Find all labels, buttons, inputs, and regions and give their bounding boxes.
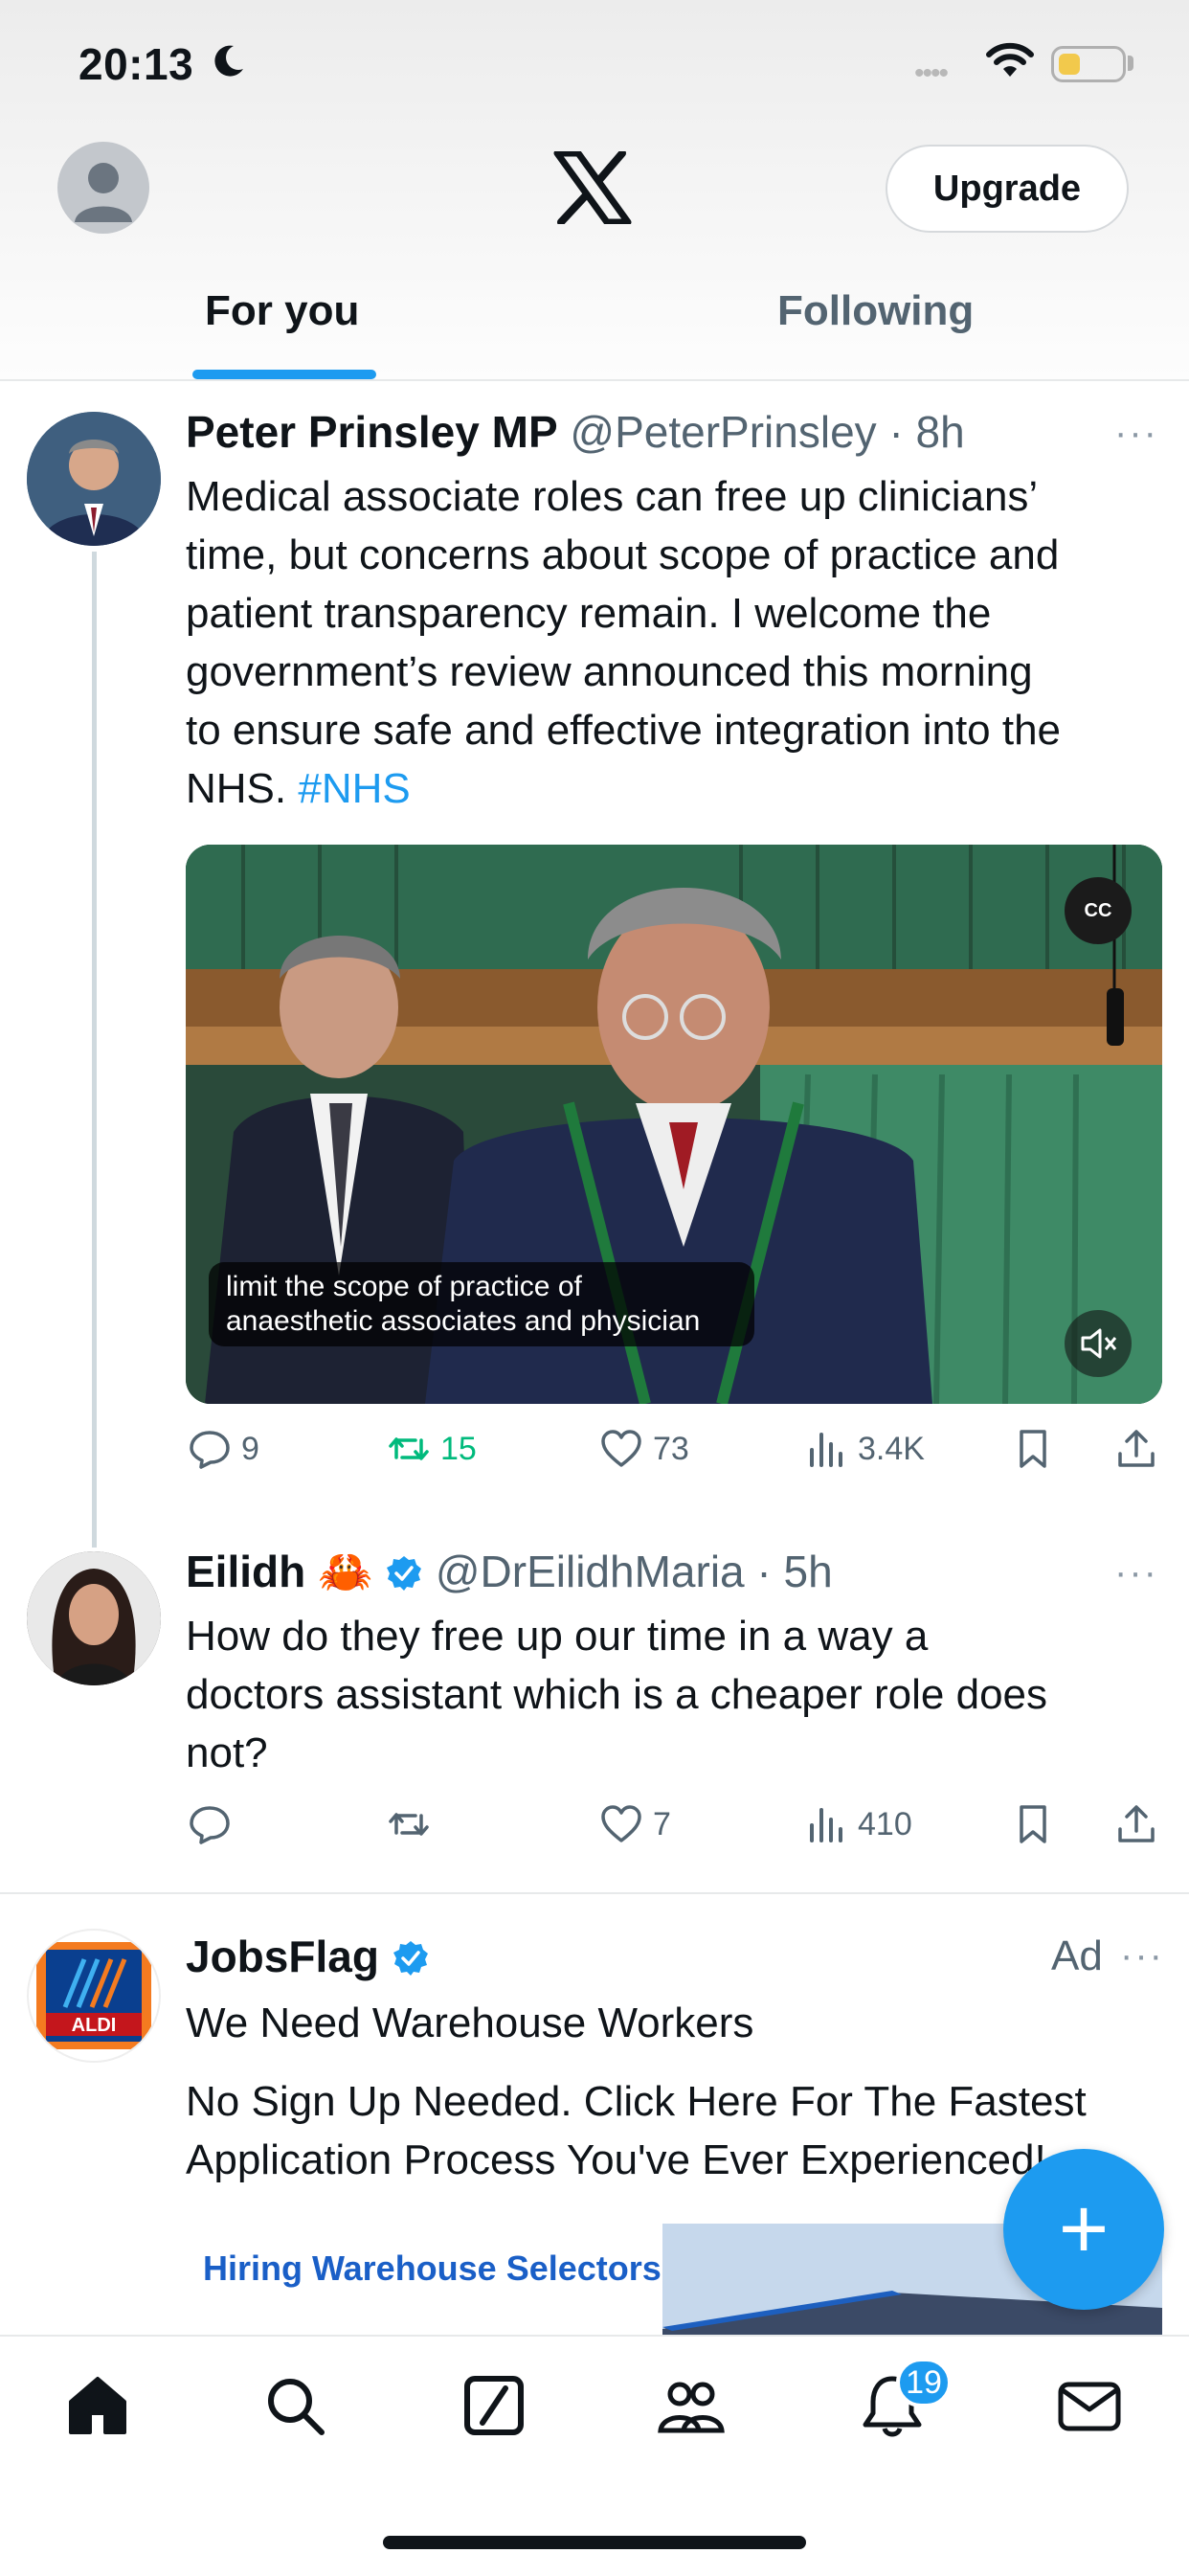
tweet-text-line: not? <box>186 1729 268 1776</box>
analytics-icon <box>810 1433 842 1467</box>
author-name[interactable]: Eilidh <box>186 1547 305 1596</box>
ad-headline: We Need Warehouse Workers <box>186 2000 754 2046</box>
more-options-button[interactable]: ··· <box>1120 1934 1164 1977</box>
tweet-time: · 8h <box>888 407 965 457</box>
aldi-logo: ALDI <box>36 1942 151 2049</box>
tweet-text-line: NHS. #NHS <box>186 765 411 812</box>
messages-icon[interactable] <box>1055 2371 1124 2440</box>
repost-icon <box>389 1813 429 1836</box>
logo-text: ALDI <box>72 2015 117 2036</box>
share-button[interactable] <box>1114 1802 1158 1846</box>
like-button[interactable]: 73 <box>599 1427 689 1471</box>
views-button[interactable]: 3.4K <box>804 1427 925 1471</box>
crab-emoji: 🦀 <box>318 1547 373 1596</box>
analytics-icon <box>810 1808 842 1842</box>
tab-for-you[interactable]: For you <box>205 287 359 335</box>
heart-icon <box>601 1430 641 1467</box>
reply-icon <box>190 1806 230 1844</box>
verified-badge-icon <box>387 1556 422 1591</box>
share-button[interactable] <box>1114 1427 1158 1471</box>
view-count: 410 <box>858 1805 912 1842</box>
repost-icon <box>389 1437 429 1460</box>
compose-button[interactable]: + <box>1003 2149 1164 2310</box>
avatar[interactable] <box>27 1551 161 1685</box>
profile-avatar[interactable] <box>57 142 149 234</box>
verified-badge-icon <box>393 1941 428 1976</box>
ad-header: JobsFlag <box>186 1931 430 1982</box>
like-count: 7 <box>653 1805 671 1842</box>
speaker-muted-icon <box>1081 1328 1117 1359</box>
tweet-text-line: to ensure safe and effective integration… <box>186 707 1062 754</box>
grok-icon[interactable] <box>460 2371 528 2440</box>
bookmark-button[interactable] <box>1011 1427 1055 1471</box>
tweet-text: How do they free up our time in a way a … <box>186 1607 1172 1782</box>
tab-following[interactable]: Following <box>777 287 974 335</box>
avatar-photo <box>27 1551 161 1685</box>
cellular-signal-icon: •••• <box>914 57 949 89</box>
x-logo-icon <box>553 151 632 224</box>
upgrade-button[interactable]: Upgrade <box>886 145 1129 233</box>
repost-count: 15 <box>440 1430 477 1467</box>
tweet-divider <box>0 1892 1189 1894</box>
views-button[interactable]: 410 <box>804 1802 912 1846</box>
wifi-icon <box>986 42 1034 77</box>
battery-nub <box>1128 56 1133 71</box>
thread-connector <box>92 552 97 1548</box>
communities-icon[interactable] <box>657 2371 726 2440</box>
tweet-header: Peter Prinsley MP @PeterPrinsley · 8h <box>186 406 965 458</box>
ad-label: Ad <box>1051 1932 1103 1979</box>
tweet-text-line: government’s review announced this morni… <box>186 648 1033 695</box>
closed-captions-button[interactable]: CC <box>1065 877 1132 944</box>
active-tab-indicator <box>192 370 376 379</box>
tweet-text-line: patient transparency remain. I welcome t… <box>186 590 992 637</box>
tweet-text-line: time, but concerns about scope of practi… <box>186 531 1060 578</box>
tweet-text-line: doctors assistant which is a cheaper rol… <box>186 1671 1048 1718</box>
advertiser-avatar[interactable]: ALDI <box>27 1929 161 2063</box>
repost-button[interactable]: 15 <box>387 1427 477 1471</box>
view-count: 3.4K <box>858 1430 925 1467</box>
share-icon <box>1118 1805 1155 1842</box>
ad-description: No Sign Up Needed. Click Here For The Fa… <box>186 2072 1172 2189</box>
bookmark-icon <box>1020 1430 1046 1468</box>
advertiser-name[interactable]: JobsFlag <box>186 1932 379 1981</box>
status-time: 20:13 <box>79 39 194 89</box>
bookmark-button[interactable] <box>1011 1802 1055 1846</box>
tweet-text-line: How do they free up our time in a way a <box>186 1613 929 1660</box>
notifications-badge: 19 <box>896 2358 952 2407</box>
hashtag-link[interactable]: #NHS <box>298 765 410 812</box>
reply-button[interactable] <box>188 1802 241 1846</box>
reply-button[interactable]: 9 <box>188 1427 259 1471</box>
ad-text-line: No Sign Up Needed. Click Here For The Fa… <box>186 2078 1087 2125</box>
repost-button[interactable] <box>387 1802 440 1846</box>
moon-icon <box>214 45 243 77</box>
reply-icon <box>190 1431 230 1469</box>
avatar[interactable] <box>27 412 161 546</box>
bookmark-icon <box>1020 1805 1046 1843</box>
more-options-button[interactable]: ··· <box>1114 412 1158 455</box>
mute-button[interactable] <box>1065 1310 1132 1377</box>
author-handle[interactable]: @PeterPrinsley <box>570 407 876 457</box>
user-silhouette-icon <box>75 163 132 222</box>
tweet-header: Eilidh 🦀 @DrEilidhMaria · 5h <box>186 1546 833 1598</box>
home-indicator <box>383 2536 806 2549</box>
tweet-text: Medical associate roles can free up clin… <box>186 467 1172 818</box>
search-icon[interactable] <box>260 2371 329 2440</box>
heart-icon <box>601 1805 641 1842</box>
header-divider <box>0 379 1189 381</box>
avatar-photo <box>27 412 161 546</box>
reply-count: 9 <box>241 1430 259 1467</box>
like-button[interactable]: 7 <box>599 1802 671 1846</box>
like-count: 73 <box>653 1430 689 1467</box>
more-options-button[interactable]: ··· <box>1114 1551 1158 1594</box>
tweet-time: · 5h <box>756 1547 833 1596</box>
share-icon <box>1118 1430 1155 1467</box>
tweet-text-line: Medical associate roles can free up clin… <box>186 473 1039 520</box>
video-caption: limit the scope of practice of anaesthet… <box>209 1262 754 1346</box>
ad-card-title[interactable]: Hiring Warehouse Selectors <box>203 2248 662 2289</box>
author-name[interactable]: Peter Prinsley MP <box>186 407 558 457</box>
home-icon[interactable] <box>63 2371 132 2440</box>
author-handle[interactable]: @DrEilidhMaria <box>436 1547 745 1596</box>
battery-icon <box>1051 46 1126 82</box>
